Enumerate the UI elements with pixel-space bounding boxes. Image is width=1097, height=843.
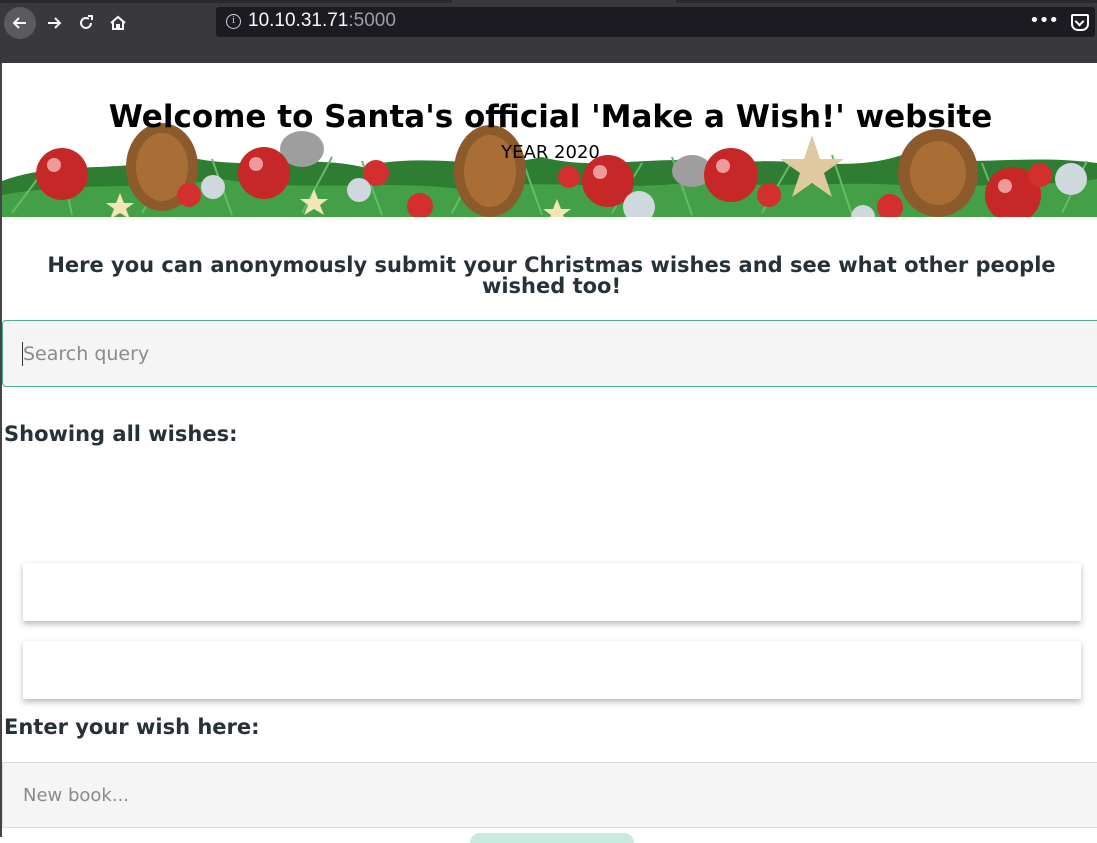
url-port: :5000 bbox=[348, 10, 396, 31]
new-wish-input[interactable]: New book... bbox=[2, 762, 1097, 828]
submit-wish-button[interactable] bbox=[470, 833, 634, 843]
search-input[interactable]: Search query bbox=[2, 320, 1097, 387]
pocket-icon[interactable] bbox=[1071, 14, 1089, 31]
back-icon[interactable] bbox=[4, 7, 36, 39]
tab-strip bbox=[0, 0, 452, 3]
wish-card bbox=[23, 641, 1081, 699]
address-bar[interactable]: i 10.10.31.71:5000 ••• bbox=[216, 7, 1095, 37]
home-icon[interactable] bbox=[102, 7, 134, 39]
forward-icon[interactable] bbox=[38, 7, 70, 39]
tab-strip bbox=[676, 0, 1097, 3]
page-title: Welcome to Santa's official 'Make a Wish… bbox=[108, 99, 993, 135]
wishes-heading: Showing all wishes: bbox=[4, 422, 238, 446]
garland-image bbox=[2, 123, 1097, 217]
url-text: 10.10.31.71:5000 bbox=[248, 10, 396, 32]
new-wish-heading: Enter your wish here: bbox=[4, 715, 260, 739]
wish-card bbox=[23, 563, 1081, 621]
reload-icon[interactable] bbox=[70, 7, 102, 39]
page-actions-icon[interactable]: ••• bbox=[1029, 10, 1059, 31]
browser-toolbar: i 10.10.31.71:5000 ••• bbox=[0, 0, 1097, 63]
year-subtitle: YEAR 2020 bbox=[501, 142, 600, 163]
page-content: Welcome to Santa's official 'Make a Wish… bbox=[0, 63, 1097, 843]
info-icon[interactable]: i bbox=[226, 14, 241, 29]
intro-text: Here you can anonymously submit your Chr… bbox=[47, 253, 1056, 298]
christmas-banner: Welcome to Santa's official 'Make a Wish… bbox=[2, 63, 1097, 217]
url-host: 10.10.31.71 bbox=[248, 10, 349, 31]
